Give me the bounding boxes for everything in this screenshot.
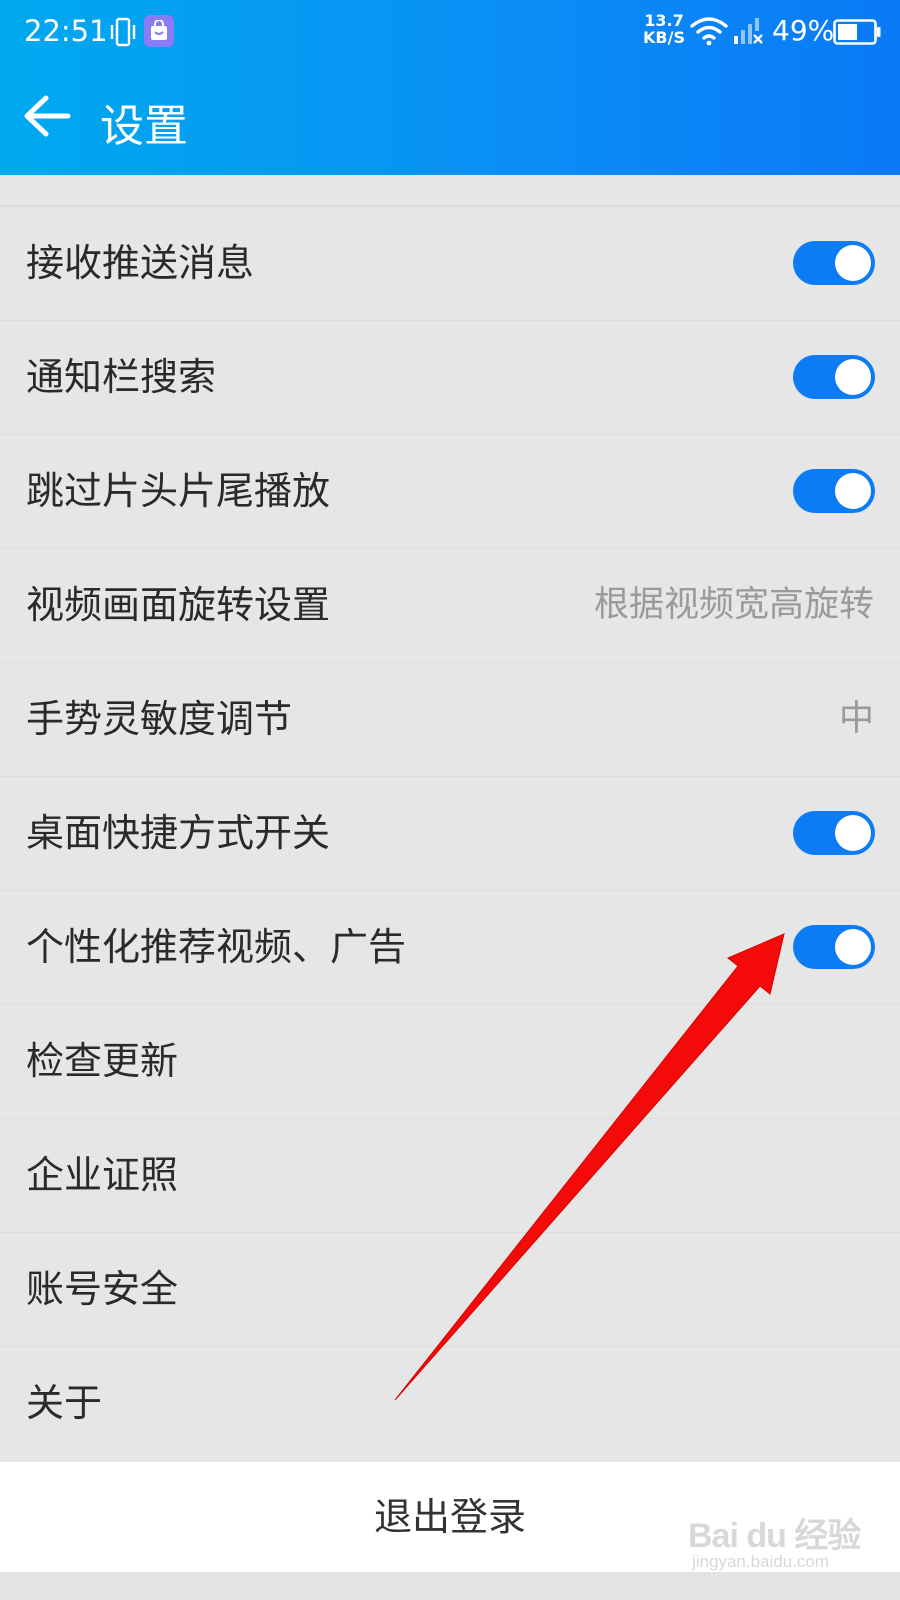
setting-label: 通知栏搜索 [26, 355, 217, 399]
network-speed-value: 13.7 [644, 11, 684, 30]
setting-label: 视频画面旋转设置 [26, 583, 331, 627]
header: 22:51 13.7 KB/S 49% 设置 [0, 0, 900, 175]
battery-icon [833, 19, 881, 45]
desktop-shortcut-toggle[interactable] [793, 811, 875, 855]
setting-label: 账号安全 [26, 1267, 179, 1311]
network-speed-unit: KB/S [643, 28, 685, 47]
video-rotation-value: 根据视频宽高旋转 [593, 585, 874, 625]
settings-list: 接收推送消息 通知栏搜索 跳过片头片尾播放 视频画面旋转设置 根据视频宽高旋转 … [0, 206, 900, 1460]
setting-label: 关于 [26, 1381, 103, 1425]
setting-label: 检查更新 [26, 1039, 179, 1083]
setting-personalized-recommendations[interactable]: 个性化推荐视频、广告 [0, 890, 900, 1004]
setting-notification-search[interactable]: 通知栏搜索 [0, 320, 900, 434]
setting-account-security[interactable]: 账号安全 [0, 1232, 900, 1346]
status-time: 22:51 [24, 14, 108, 48]
toggle-knob [835, 815, 871, 851]
signal-icon [734, 18, 763, 44]
setting-skip-intro-outro[interactable]: 跳过片头片尾播放 [0, 434, 900, 548]
vibrate-icon [110, 17, 136, 47]
back-arrow-icon[interactable] [22, 94, 72, 138]
setting-video-rotation[interactable]: 视频画面旋转设置 根据视频宽高旋转 [0, 548, 900, 662]
status-bar: 22:51 13.7 KB/S 49% [0, 0, 900, 64]
setting-label: 个性化推荐视频、广告 [26, 925, 407, 969]
setting-label: 跳过片头片尾播放 [26, 469, 331, 513]
notification-search-toggle[interactable] [793, 355, 875, 399]
setting-gesture-sensitivity[interactable]: 手势灵敏度调节 中 [0, 662, 900, 776]
baidu-watermark: Bai du 经验 jingyan.baidu.com [688, 1508, 888, 1578]
gesture-sensitivity-value: 中 [838, 699, 874, 739]
skip-intro-outro-toggle[interactable] [793, 469, 875, 513]
setting-push-messages[interactable]: 接收推送消息 [0, 206, 900, 320]
toggle-knob [835, 359, 871, 395]
watermark-site: jingyan.baidu.com [692, 1552, 830, 1571]
page-title: 设置 [100, 101, 188, 152]
battery-percent: 49% [772, 14, 835, 47]
setting-business-license[interactable]: 企业证照 [0, 1118, 900, 1232]
personalized-recommendations-toggle[interactable] [793, 925, 875, 969]
watermark-logo: Bai du 经验 [688, 1517, 861, 1555]
setting-desktop-shortcut[interactable]: 桌面快捷方式开关 [0, 776, 900, 890]
push-messages-toggle[interactable] [793, 241, 875, 285]
setting-about[interactable]: 关于 [0, 1346, 900, 1460]
toggle-knob [835, 245, 871, 281]
wifi-icon [690, 17, 728, 46]
setting-label: 接收推送消息 [26, 241, 255, 285]
setting-label: 企业证照 [26, 1153, 179, 1197]
toggle-knob [835, 473, 871, 509]
setting-label: 手势灵敏度调节 [26, 697, 293, 741]
setting-label: 桌面快捷方式开关 [26, 811, 331, 855]
toggle-knob [835, 929, 871, 965]
setting-check-update[interactable]: 检查更新 [0, 1004, 900, 1118]
network-speed: 13.7 KB/S [640, 12, 688, 46]
app-notification-icon [144, 15, 174, 47]
